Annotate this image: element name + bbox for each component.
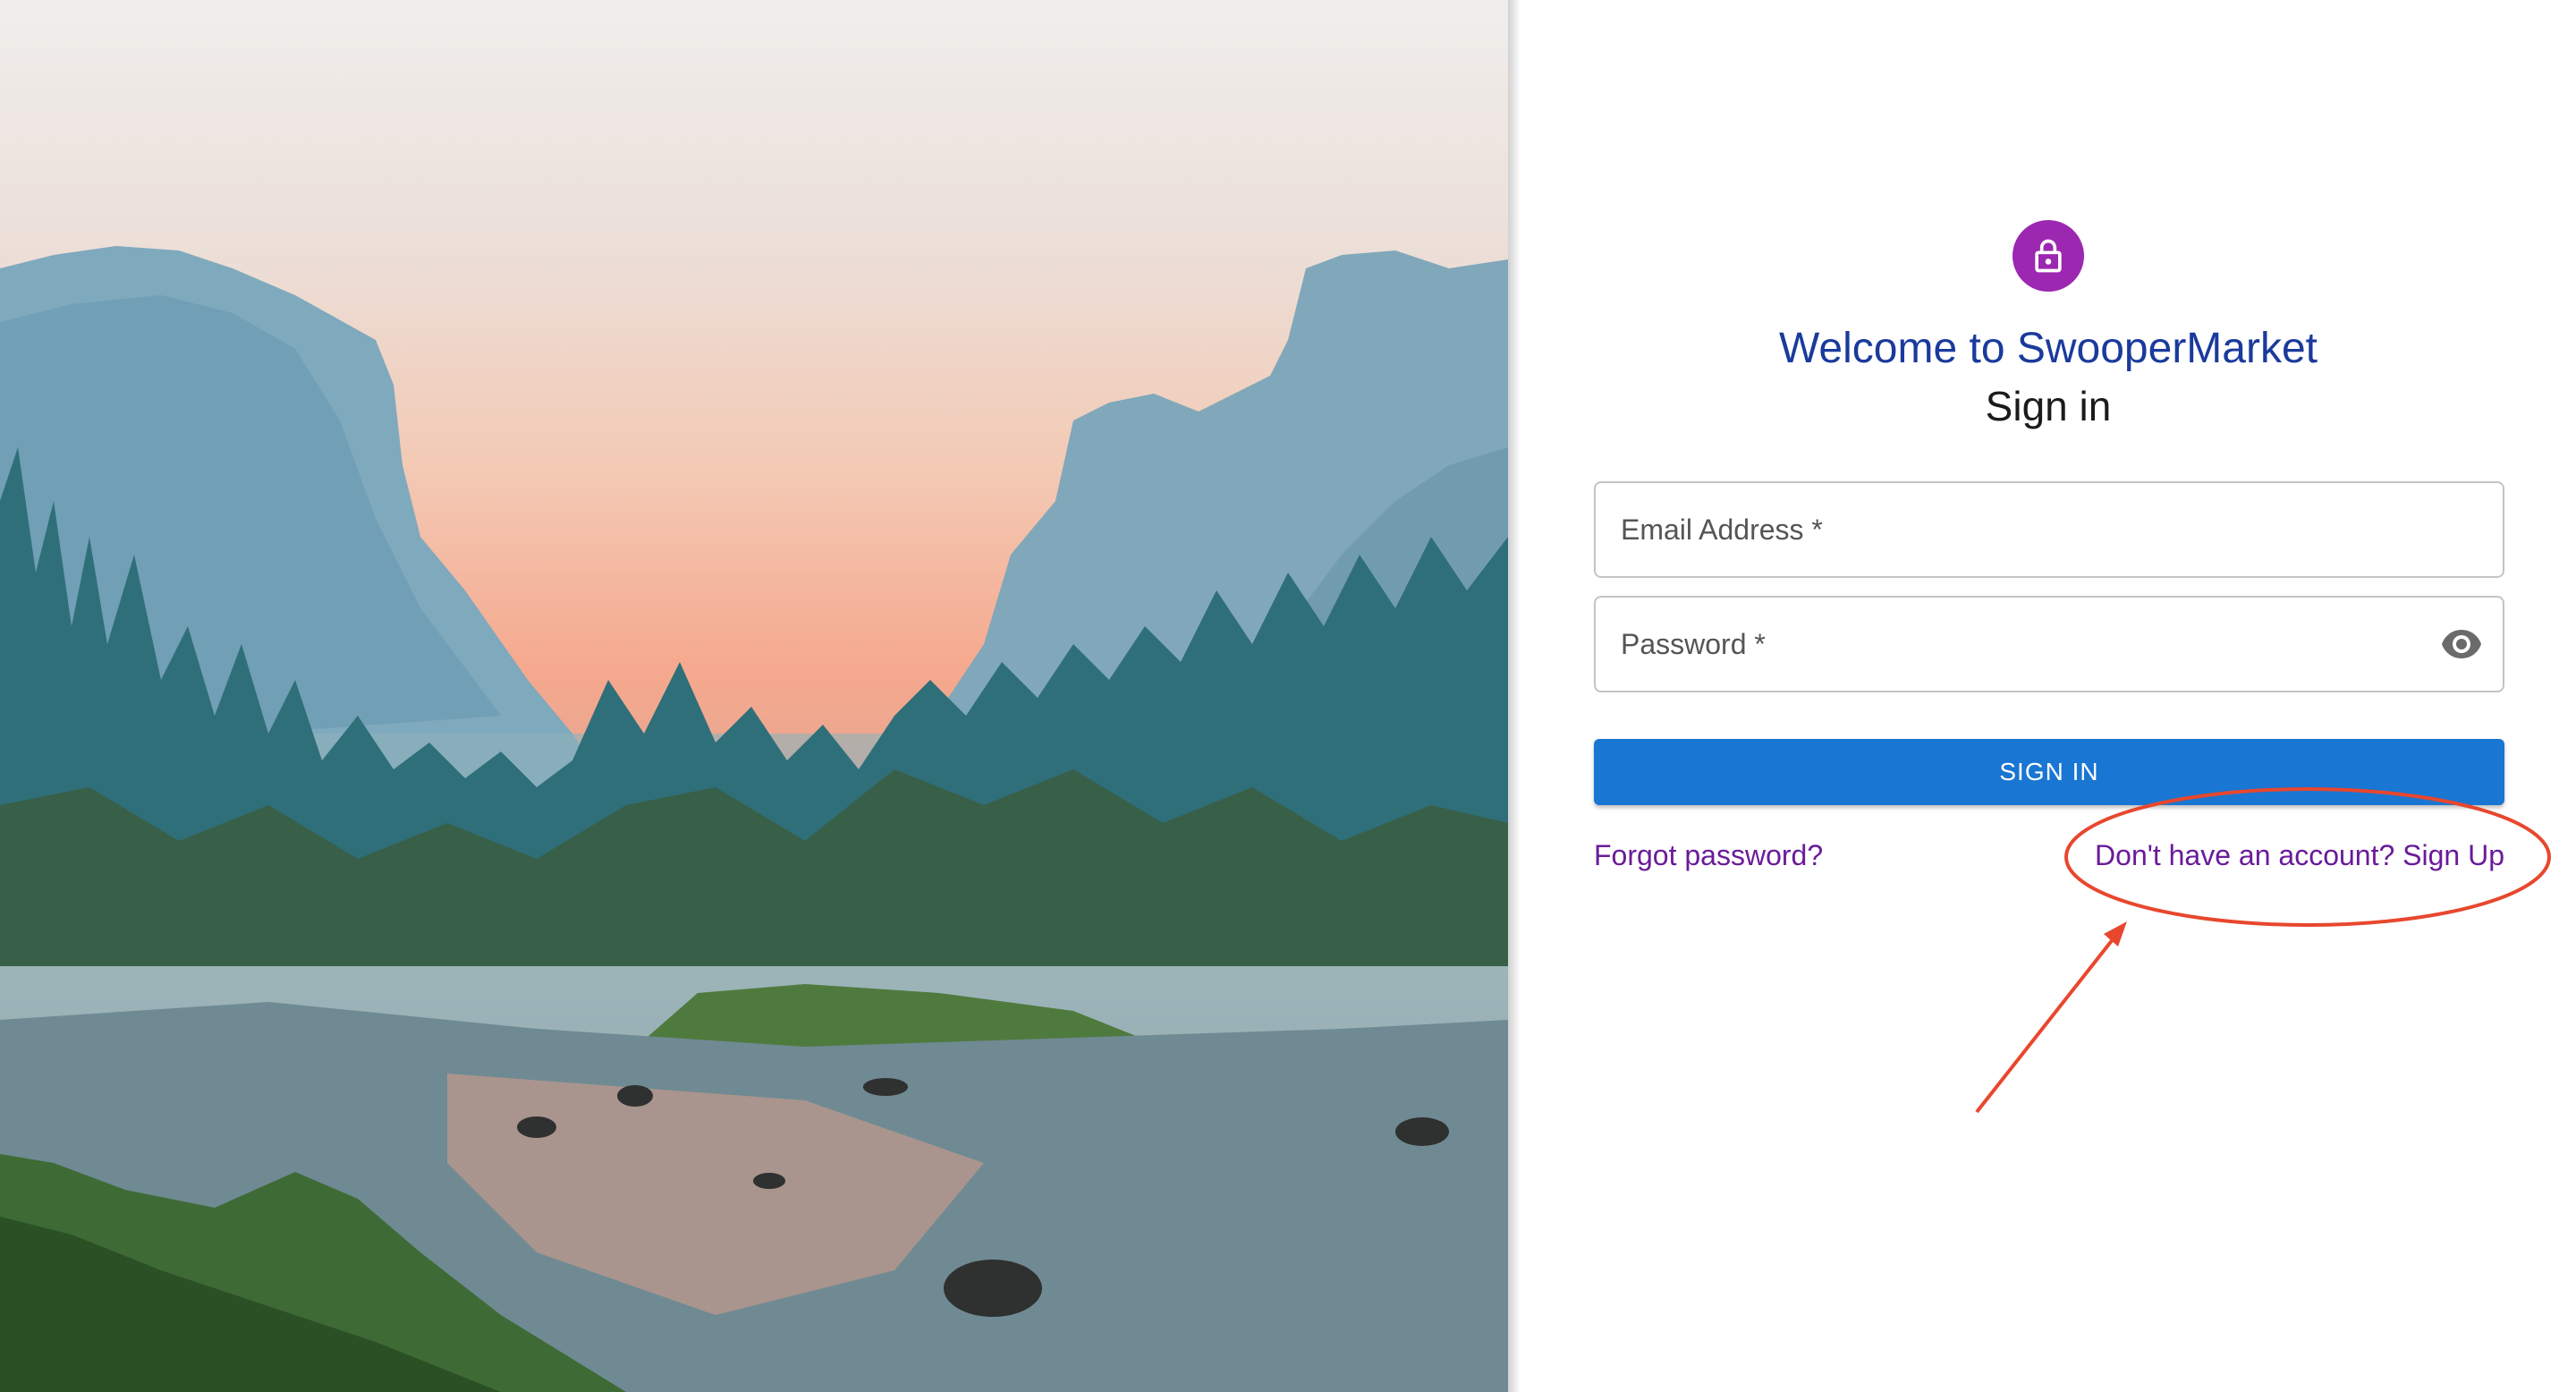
email-field[interactable]: Email Address * <box>1594 481 2504 578</box>
email-input[interactable] <box>1619 501 2410 560</box>
signup-link[interactable]: Don't have an account? Sign Up <box>2095 836 2504 875</box>
password-input[interactable] <box>1619 615 2410 675</box>
eye-icon[interactable] <box>2440 626 2483 662</box>
lock-icon <box>2035 239 2062 273</box>
welcome-title: Welcome to SwooperMarket <box>1778 325 2318 372</box>
signin-panel <box>1521 0 2576 1392</box>
page-title: Sign in <box>1985 383 2112 429</box>
hero-landscape-image <box>0 0 1508 1392</box>
login-page: Welcome to SwooperMarket Sign in Email A… <box>0 0 2576 1392</box>
hero-divider-shadow <box>1508 0 1521 1392</box>
signin-button[interactable]: SIGN IN <box>1594 739 2504 805</box>
landscape-illustration <box>0 246 1508 1392</box>
forgot-password-link[interactable]: Forgot password? <box>1594 836 1823 875</box>
lock-avatar <box>2012 220 2084 292</box>
password-field[interactable]: Password * <box>1594 596 2504 692</box>
